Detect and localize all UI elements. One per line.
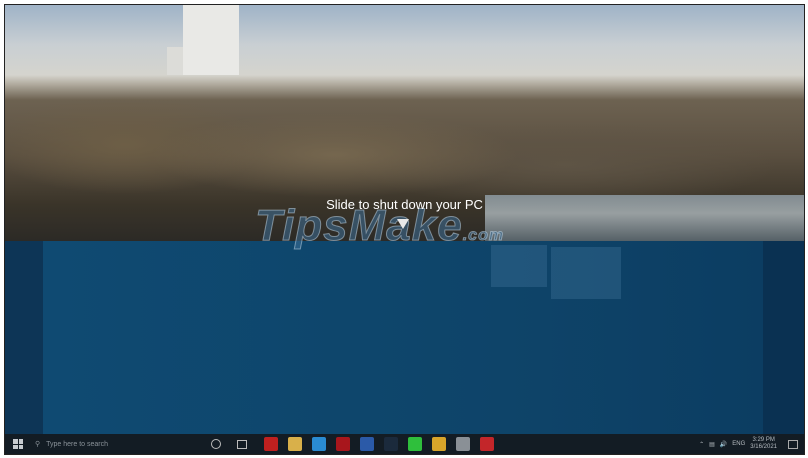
search-icon: ⚲ [35, 441, 41, 448]
opera-icon[interactable] [264, 437, 278, 451]
time: 3:29 PM [752, 437, 775, 443]
windows-logo-pane [551, 247, 621, 299]
task-view-icon[interactable] [237, 439, 247, 449]
chrome-icon[interactable] [432, 437, 446, 451]
volume-icon[interactable]: 🔊 [720, 441, 727, 448]
language-indicator[interactable]: ENG [732, 441, 745, 447]
taskbar: ⚲ Type here to search ⌃ ▤ 🔊 ENG 3:29 PM … [5, 434, 804, 454]
edge-icon[interactable] [312, 437, 326, 451]
search-placeholder: Type here to search [46, 440, 109, 448]
photoshop-icon[interactable] [384, 437, 398, 451]
screen: TipsMake.com Slide to shut down your PC … [4, 4, 805, 455]
watermark-suffix: .com [462, 227, 505, 245]
file-explorer-icon[interactable] [288, 437, 302, 451]
line-icon[interactable] [408, 437, 422, 451]
cortana-icon[interactable] [211, 439, 221, 449]
notifications-icon[interactable] [788, 439, 798, 449]
date: 3/16/2021 [750, 444, 777, 450]
lighthouse [183, 5, 239, 75]
search-box[interactable]: ⚲ Type here to search [35, 434, 205, 454]
start-button[interactable] [13, 439, 23, 449]
slide-to-shutdown-text[interactable]: Slide to shut down your PC [5, 197, 804, 212]
windows-logo-pane [491, 245, 547, 287]
red-app-icon[interactable] [336, 437, 350, 451]
unknown-app-icon[interactable] [456, 437, 470, 451]
clock[interactable]: 3:29 PM 3/16/2021 [750, 437, 777, 451]
word-icon[interactable] [360, 437, 374, 451]
system-tray: ⌃ ▤ 🔊 ENG 3:29 PM 3/16/2021 [699, 437, 804, 451]
desktop [5, 241, 804, 434]
pinned-apps [259, 437, 499, 451]
chevron-up-icon[interactable]: ⌃ [699, 441, 704, 448]
network-icon[interactable]: ▤ [709, 441, 715, 448]
red-record-icon[interactable] [480, 437, 494, 451]
slide-arrow-icon[interactable] [397, 219, 409, 229]
